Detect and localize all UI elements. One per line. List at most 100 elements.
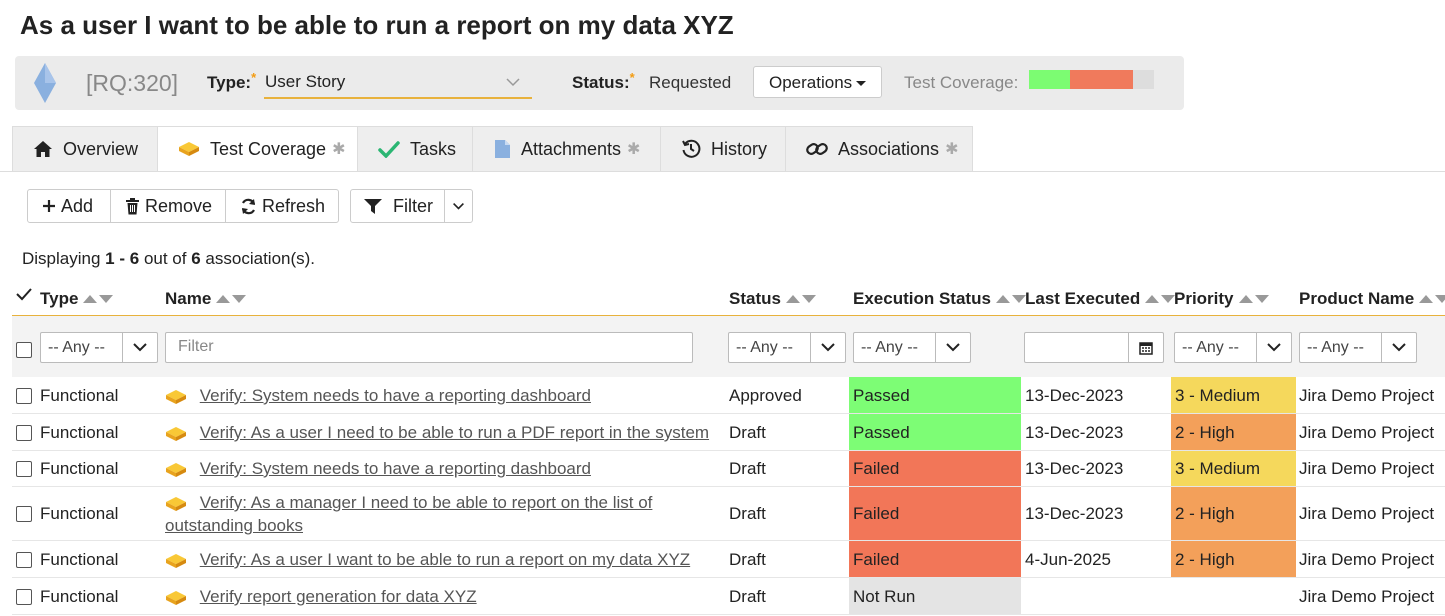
name-filter-input[interactable]: Filter: [165, 332, 693, 363]
column-header-name[interactable]: Name: [165, 289, 247, 309]
refresh-button[interactable]: Refresh: [225, 189, 339, 223]
pagination-summary: Displaying 1 - 6 out of 6 association(s)…: [22, 249, 316, 268]
type-select[interactable]: User Story: [264, 68, 532, 99]
remove-button[interactable]: Remove: [110, 189, 226, 223]
filter-button[interactable]: Filter: [350, 189, 445, 223]
column-header-status[interactable]: Status: [729, 289, 817, 309]
product-filter-select[interactable]: -- Any --: [1299, 332, 1417, 363]
trash-icon: [125, 197, 140, 215]
execution-status-value: Failed: [853, 504, 900, 523]
operations-button[interactable]: Operations: [753, 66, 882, 98]
row-checkbox[interactable]: [16, 425, 32, 441]
tab-associations[interactable]: Associations ✱: [785, 126, 973, 172]
table-row: Functional Verify: As a manager I need t…: [12, 487, 1445, 541]
requirement-diamond-icon: [34, 63, 56, 103]
select-all-check-icon[interactable]: [16, 287, 32, 301]
chevron-down-icon: [810, 333, 845, 362]
row-checkbox[interactable]: [16, 388, 32, 404]
page-title: As a user I want to be able to run a rep…: [20, 10, 734, 40]
table-row: Functional Verify: System needs to have …: [12, 377, 1445, 414]
name-cell: Verify: System needs to have a reporting…: [165, 386, 591, 406]
tab-attachments[interactable]: Attachments ✱: [472, 126, 660, 172]
tab-label: History: [711, 138, 768, 159]
column-header-execution-status[interactable]: Execution Status: [853, 289, 1027, 309]
row-checkbox[interactable]: [16, 552, 32, 568]
select-all-checkbox[interactable]: [16, 342, 32, 358]
calendar-icon[interactable]: [1128, 333, 1163, 362]
status-label: Status:*: [572, 70, 635, 92]
type-value: Functional: [40, 459, 119, 478]
sort-arrows-icon[interactable]: [82, 293, 114, 305]
sort-arrows-icon[interactable]: [995, 293, 1027, 305]
link-icon: [806, 140, 828, 158]
caret-down-icon: [856, 81, 866, 86]
tab-label: Attachments: [521, 138, 622, 159]
plus-icon: [42, 199, 56, 213]
column-header-priority[interactable]: Priority: [1174, 289, 1270, 309]
last-executed-value: 4-Jun-2025: [1025, 550, 1112, 569]
row-checkbox[interactable]: [16, 461, 32, 477]
execution-status-value: Failed: [853, 550, 900, 569]
test-case-link[interactable]: Verify: As a user I want to be able to r…: [200, 550, 690, 569]
type-label: Type:*: [207, 70, 257, 92]
sort-arrows-icon[interactable]: [1144, 293, 1176, 305]
type-value: User Story: [265, 72, 346, 91]
name-cell: Verify: As a user I want to be able to r…: [165, 550, 690, 570]
coverage-not-run-segment: [1133, 70, 1154, 89]
execution-status-value: Passed: [853, 386, 910, 405]
column-header-type[interactable]: Type: [40, 289, 114, 309]
test-case-link[interactable]: Verify report generation for data XYZ: [200, 587, 477, 606]
row-checkbox[interactable]: [16, 506, 32, 522]
add-button[interactable]: Add: [27, 189, 111, 223]
column-header-last-executed[interactable]: Last Executed: [1025, 289, 1176, 309]
priority-value: 2 - High: [1175, 504, 1235, 523]
test-coverage-bar: [1029, 70, 1154, 89]
execution-status-filter-select[interactable]: -- Any --: [853, 332, 971, 363]
sort-arrows-icon[interactable]: [1418, 293, 1445, 305]
column-header-product-name[interactable]: Product Name: [1299, 289, 1445, 309]
priority-value: 3 - Medium: [1175, 386, 1261, 405]
test-case-link[interactable]: Verify: System needs to have a reporting…: [200, 459, 591, 478]
product-name-value: Jira Demo Project: [1299, 587, 1435, 606]
unsaved-indicator: ✱: [627, 141, 641, 158]
table-row: Functional Verify report generation for …: [12, 578, 1445, 615]
filter-dropdown-button[interactable]: [444, 189, 473, 223]
product-name-value: Jira Demo Project: [1299, 504, 1435, 523]
execution-status-value: Failed: [853, 459, 900, 478]
chevron-down-icon: [506, 78, 520, 87]
filter-label: Filter: [393, 195, 433, 216]
test-case-link[interactable]: outstanding books: [165, 516, 303, 535]
filter-select-value: -- Any --: [1182, 339, 1239, 356]
refresh-icon: [240, 198, 257, 215]
row-checkbox[interactable]: [16, 589, 32, 605]
table-row: Functional Verify: As a user I want to b…: [12, 541, 1445, 578]
test-case-link[interactable]: Verify: As a manager I need to be able t…: [200, 493, 653, 512]
tab-test-coverage[interactable]: Test Coverage ✱: [157, 126, 357, 172]
status-filter-select[interactable]: -- Any --: [728, 332, 846, 363]
filter-select-value: -- Any --: [736, 339, 793, 356]
tab-overview[interactable]: Overview: [12, 126, 157, 172]
sort-arrows-icon[interactable]: [785, 293, 817, 305]
table-row: Functional Verify: System needs to have …: [12, 451, 1445, 487]
filter-select-value: -- Any --: [861, 339, 918, 356]
type-filter-select[interactable]: -- Any --: [40, 332, 158, 363]
execution-status-value: Not Run: [853, 587, 916, 606]
test-case-icon: [165, 459, 187, 478]
status-value: Requested: [649, 73, 732, 92]
priority-value: 2 - High: [1175, 423, 1235, 442]
refresh-label: Refresh: [262, 195, 326, 216]
last-executed-filter-input[interactable]: [1024, 332, 1164, 363]
sort-arrows-icon[interactable]: [215, 293, 247, 305]
last-executed-value: 13-Dec-2023: [1025, 386, 1124, 405]
priority-value: 2 - High: [1175, 550, 1235, 569]
test-case-link[interactable]: Verify: System needs to have a reporting…: [200, 386, 591, 405]
test-case-link[interactable]: Verify: As a user I need to be able to r…: [200, 423, 709, 442]
priority-filter-select[interactable]: -- Any --: [1174, 332, 1292, 363]
test-case-icon: [165, 493, 187, 512]
type-value: Functional: [40, 587, 119, 606]
tab-history[interactable]: History: [660, 126, 785, 172]
chevron-down-icon: [122, 333, 157, 362]
sort-arrows-icon[interactable]: [1238, 293, 1270, 305]
tab-bar: Overview Test Coverage ✱ Tasks Attachment…: [12, 126, 973, 172]
tab-tasks[interactable]: Tasks: [357, 126, 472, 172]
